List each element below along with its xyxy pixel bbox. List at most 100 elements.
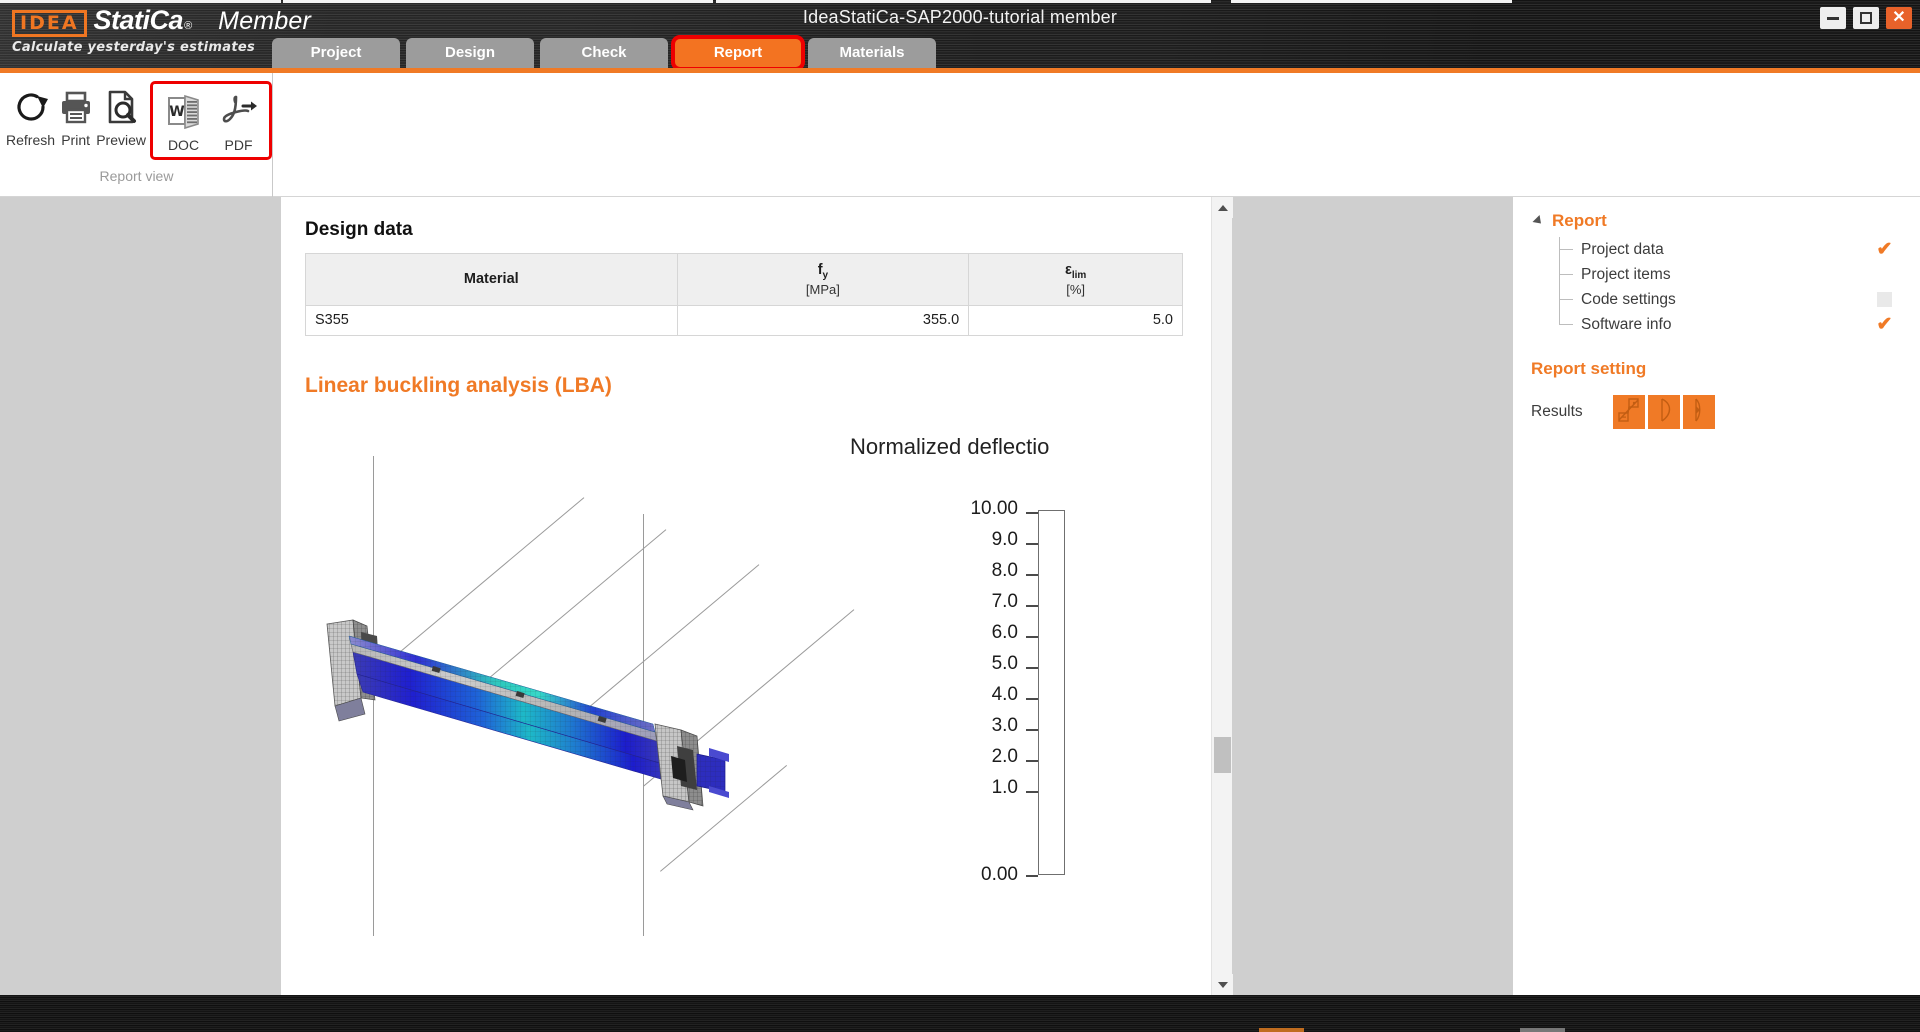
export-pdf-button[interactable]: PDF	[211, 86, 266, 153]
col-eps-subscript: lim	[1071, 269, 1087, 281]
tab-check[interactable]: Check	[540, 38, 668, 68]
scroll-up-button[interactable]	[1212, 197, 1233, 218]
figure-caption: Normalized deflectio	[850, 433, 1050, 459]
col-material: Material	[305, 253, 678, 306]
col-fy-unit: [MPa]	[805, 281, 840, 297]
export-pdf-label: PDF	[224, 137, 253, 153]
caret-expanded-icon[interactable]	[1532, 214, 1545, 228]
refresh-button[interactable]: Refresh	[6, 81, 55, 148]
tree-item-label: Software info	[1581, 315, 1672, 333]
tree-item-code-settings[interactable]: Code settings	[1559, 287, 1902, 312]
design-data-table: Material fy [MPa] εlim [%] S355 355.0 5.…	[305, 253, 1183, 336]
export-doc-label: DOC	[167, 137, 200, 153]
preview-magnifier-icon	[102, 85, 140, 129]
cell-fy: 355.0	[676, 304, 970, 336]
legend-tick-3	[1026, 728, 1038, 731]
legend-label-5: 5.0	[991, 652, 1018, 674]
tree-root-report[interactable]: Report	[1531, 211, 1902, 231]
legend-label-6: 6.0	[991, 621, 1018, 643]
bottom-bar	[0, 995, 1920, 1032]
tab-report[interactable]: Report	[672, 36, 804, 68]
legend-label-1: 1.0	[991, 776, 1018, 798]
scrollbar-thumb[interactable]	[1214, 737, 1231, 773]
close-button[interactable]: ✕	[1886, 7, 1912, 29]
tree-root-label: Report	[1552, 211, 1607, 230]
printer-icon	[57, 85, 95, 129]
bottom-seam-left	[0, 0, 281, 3]
legend-label-2: 2.0	[991, 745, 1018, 767]
refresh-icon	[12, 85, 50, 129]
ribbon-group-label: Report view	[99, 168, 174, 184]
minimize-icon	[1827, 16, 1839, 20]
window-controls: ✕	[1820, 7, 1912, 29]
bottom-seam-mid	[283, 0, 713, 3]
table-header-row: Material fy [MPa] εlim [%]	[305, 253, 1183, 306]
checkbox-code-settings[interactable]	[1877, 292, 1892, 307]
tree-item-label: Project items	[1581, 265, 1671, 283]
tree-item-project-data[interactable]: Project data ✔	[1559, 237, 1902, 262]
legend-label-9: 9.0	[991, 528, 1018, 550]
scroll-down-button[interactable]	[1212, 974, 1233, 995]
main-content-area: Design data Material fy [MPa] εlim [%] S…	[0, 197, 1920, 995]
print-label: Print	[61, 132, 91, 148]
lba-section-title: Linear buckling analysis (LBA)	[305, 373, 612, 397]
tagline: Calculate yesterday's estimates	[12, 40, 255, 55]
tab-design[interactable]: Design	[406, 38, 534, 68]
document-title: IdeaStatiCa-SAP2000-tutorial member	[802, 7, 1118, 27]
legend-tick-2	[1026, 759, 1038, 762]
tree-item-software-info[interactable]: Software info ✔	[1559, 312, 1902, 337]
col-eps-unit: [%]	[1066, 281, 1085, 297]
close-icon: ✕	[1892, 9, 1906, 26]
maximize-icon	[1860, 12, 1872, 24]
checkbox-project-data[interactable]: ✔	[1877, 240, 1893, 259]
main-tabs: Project Design Check Report Materials	[272, 36, 936, 68]
col-eps-lim: εlim [%]	[968, 253, 1183, 306]
table-row: S355 355.0 5.0	[305, 304, 1183, 336]
word-doc-icon: W	[164, 90, 204, 134]
tab-materials[interactable]: Materials	[808, 38, 936, 68]
ribbon-toolbar: Refresh Print Preview W DOC PDF Report v…	[0, 73, 1920, 197]
print-button[interactable]: Print	[55, 81, 96, 148]
bottom-bar-grey-accent	[1520, 1028, 1565, 1032]
legend-label-0: 0.00	[981, 863, 1018, 885]
chevron-down-icon	[1217, 981, 1228, 988]
legend-label-7: 7.0	[991, 590, 1018, 612]
title-bar: IDEA StatiCa ® Member Calculate yesterda…	[0, 0, 1920, 68]
legend-tick-8	[1026, 573, 1038, 576]
bottom-bar-accent	[1259, 1028, 1304, 1032]
minimize-button[interactable]	[1820, 7, 1846, 29]
tree-item-label: Project data	[1581, 240, 1664, 258]
results-view-1-button[interactable]	[1613, 395, 1645, 429]
beam-3d-model	[305, 596, 865, 826]
report-settings-panel: Report Project data ✔ Project items Code…	[1512, 197, 1920, 995]
member-diagram-icon	[1617, 397, 1641, 428]
results-view-2-button[interactable]	[1648, 395, 1680, 429]
section-deflection-icon	[1687, 397, 1711, 428]
col-fy-subscript: y	[822, 269, 829, 281]
report-scrollbar[interactable]	[1211, 197, 1233, 995]
export-doc-button[interactable]: W DOC	[156, 86, 211, 153]
svg-text:W: W	[169, 104, 184, 120]
ribbon-group-report-view: Refresh Print Preview W DOC PDF Report v…	[0, 73, 273, 197]
buckling-curve-icon	[1652, 397, 1676, 428]
bottom-seam-right	[1231, 0, 1512, 3]
results-view-3-button[interactable]	[1683, 395, 1715, 429]
maximize-button[interactable]	[1853, 7, 1879, 29]
tree-item-label: Code settings	[1581, 290, 1676, 308]
preview-label: Preview	[96, 132, 146, 148]
legend-tick-6	[1026, 635, 1038, 638]
results-row: Results	[1531, 395, 1902, 429]
header-accent-rule	[0, 68, 1920, 73]
tree-item-project-items[interactable]: Project items	[1559, 262, 1902, 287]
lba-figure: Normalized deflectio 10.00 9.0 8.0 7.0 6…	[305, 416, 1189, 936]
results-button-group	[1613, 395, 1715, 429]
legend-tick-10	[1026, 511, 1038, 514]
legend-tick-0	[1026, 874, 1038, 877]
tab-project[interactable]: Project	[272, 38, 400, 68]
cell-material: S355	[305, 304, 678, 336]
design-data-title: Design data	[305, 219, 413, 240]
checkbox-software-info[interactable]: ✔	[1877, 315, 1893, 334]
preview-button[interactable]: Preview	[96, 81, 146, 148]
results-label: Results	[1531, 403, 1583, 420]
legend-tick-1	[1026, 790, 1038, 793]
